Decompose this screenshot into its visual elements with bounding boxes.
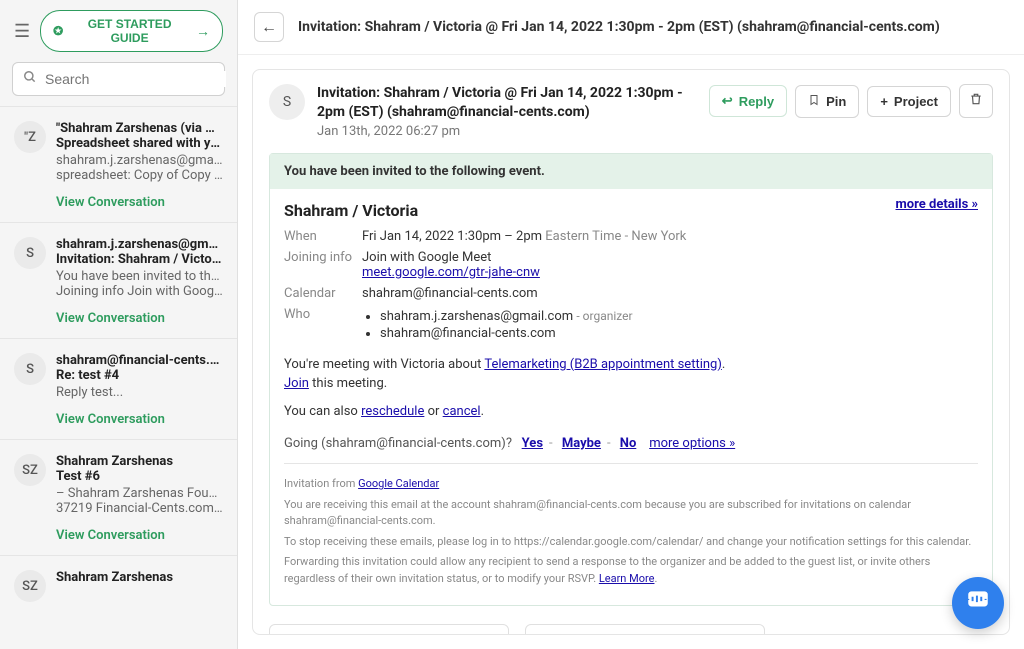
- pin-label: Pin: [826, 94, 846, 109]
- snippet: – Shahram Zarshenas Founder & CEO 770-56…: [56, 486, 223, 501]
- from: "Shahram Zarshenas (via Google Sheets)": [56, 121, 223, 136]
- calendar-invite: You have been invited to the following e…: [269, 153, 993, 607]
- compass-icon: ✪: [53, 24, 63, 38]
- join-value: Join with Google Meet: [362, 250, 978, 265]
- snippet: shahram.j.zarshenas@gmail.com shared a: [56, 153, 223, 168]
- attendee: shahram@financial-cents.com: [380, 326, 978, 341]
- search-container: [0, 62, 237, 106]
- snippet: You have been invited to the following e…: [56, 269, 223, 284]
- topic-link[interactable]: Telemarketing (B2B appointment setting): [484, 357, 722, 372]
- avatar: SZ: [14, 454, 46, 486]
- reply-icon: ↩: [722, 93, 733, 109]
- rsvp-maybe[interactable]: Maybe: [562, 436, 601, 451]
- event-title: Shahram / Victoria: [284, 201, 896, 220]
- from: shahram.j.zarshenas@gmail.com: [56, 237, 223, 252]
- project-label: Project: [894, 94, 938, 109]
- gcal-link[interactable]: Google Calendar: [358, 477, 439, 490]
- calendar-value: shahram@financial-cents.com: [362, 286, 978, 301]
- arrow-left-icon: ←: [261, 17, 277, 37]
- when-value: Fri Jan 14, 2022 1:30pm – 2pm: [362, 229, 542, 244]
- attendee: shahram.j.zarshenas@gmail.com - organize…: [380, 309, 978, 324]
- inbox-item[interactable]: S shahram@financial-cents.com Re: test #…: [0, 338, 237, 439]
- get-started-button[interactable]: ✪ GET STARTED GUIDE →: [40, 10, 223, 52]
- when-tz: Eastern Time - New York: [545, 229, 686, 244]
- from: Shahram Zarshenas: [56, 570, 223, 585]
- search-box[interactable]: [12, 62, 225, 96]
- who-label: Who: [284, 307, 362, 343]
- back-button[interactable]: ←: [254, 12, 284, 42]
- rsvp-no[interactable]: No: [620, 436, 637, 451]
- attachments: invite.ics 2.2 KB Download invite.ics: [269, 624, 993, 635]
- message-title: Invitation: Shahram / Victoria @ Fri Jan…: [317, 84, 697, 122]
- bookmark-icon: [808, 93, 820, 110]
- message-card: S Invitation: Shahram / Victoria @ Fri J…: [252, 69, 1010, 635]
- invite-banner: You have been invited to the following e…: [270, 154, 992, 189]
- joining-info-label: Joining info: [284, 250, 362, 280]
- sidebar: ☰ ✪ GET STARTED GUIDE → "Z "Shahram Zars…: [0, 0, 238, 649]
- view-conversation-link[interactable]: View Conversation: [56, 528, 165, 543]
- guide-label: GET STARTED GUIDE: [69, 17, 190, 45]
- when-label: When: [284, 229, 362, 244]
- view-conversation-link[interactable]: View Conversation: [56, 311, 165, 326]
- message-header: S Invitation: Shahram / Victoria @ Fri J…: [269, 84, 993, 139]
- inbox-item[interactable]: S shahram.j.zarshenas@gmail.com Invitati…: [0, 222, 237, 338]
- avatar: SZ: [14, 570, 46, 602]
- snippet: 37219 Financial-Cents.com · ...: [56, 501, 223, 516]
- trash-icon: [969, 92, 983, 110]
- from: Shahram Zarshenas: [56, 454, 223, 469]
- main-panel: ← Invitation: Shahram / Victoria @ Fri J…: [238, 0, 1024, 649]
- delete-button[interactable]: [959, 84, 993, 118]
- chat-icon: [965, 587, 991, 619]
- view-conversation-link[interactable]: View Conversation: [56, 412, 165, 427]
- view-conversation-link[interactable]: View Conversation: [56, 195, 165, 210]
- learn-more-link[interactable]: Learn More: [599, 572, 655, 585]
- footer-text: You are receiving this email at the acco…: [284, 497, 978, 530]
- more-details-link[interactable]: more details »: [896, 197, 978, 212]
- page-title: Invitation: Shahram / Victoria @ Fri Jan…: [298, 19, 1008, 35]
- avatar: S: [269, 84, 305, 120]
- message-date: Jan 13th, 2022 06:27 pm: [317, 124, 697, 139]
- search-input[interactable]: [45, 71, 226, 87]
- subject: Re: test #4: [56, 368, 223, 383]
- main-header: ← Invitation: Shahram / Victoria @ Fri J…: [238, 0, 1024, 55]
- project-button[interactable]: + Project: [867, 86, 951, 117]
- intercom-chat-button[interactable]: [952, 577, 1004, 629]
- snippet: spreadsheet: Copy of Copy of HubSpot…: [56, 168, 223, 183]
- from: shahram@financial-cents.com: [56, 353, 223, 368]
- snippet: Joining info Join with Google Meet: [56, 284, 223, 299]
- message-actions: ↩ Reply Pin + Project: [709, 84, 993, 118]
- reply-label: Reply: [739, 94, 774, 109]
- subject: Spreadsheet shared with you: "Copy of…: [56, 136, 223, 151]
- search-icon: [23, 70, 37, 88]
- invite-description: You're meeting with Victoria about Telem…: [284, 356, 978, 394]
- avatar: S: [14, 237, 46, 269]
- calendar-label: Calendar: [284, 286, 362, 301]
- rsvp-row: Going (shahram@financial-cents.com)? Yes…: [284, 436, 978, 451]
- pin-button[interactable]: Pin: [795, 85, 859, 118]
- attachment-card: invite.ics 2.2 KB Download: [269, 624, 509, 635]
- plus-icon: +: [880, 94, 888, 109]
- avatar: S: [14, 353, 46, 385]
- inbox-item[interactable]: SZ Shahram Zarshenas: [0, 555, 237, 614]
- cancel-link[interactable]: cancel: [443, 404, 481, 419]
- snippet: Reply test...: [56, 385, 223, 400]
- arrow-right-icon: →: [196, 23, 210, 39]
- rsvp-yes[interactable]: Yes: [522, 436, 543, 451]
- reschedule-link[interactable]: reschedule: [361, 404, 424, 419]
- meet-link[interactable]: meet.google.com/gtr-jahe-cnw: [362, 265, 540, 280]
- join-meeting-link[interactable]: Join: [284, 376, 309, 391]
- menu-icon[interactable]: ☰: [14, 21, 30, 42]
- sidebar-top-bar: ☰ ✪ GET STARTED GUIDE →: [0, 0, 237, 62]
- more-options-link[interactable]: more options »: [649, 436, 735, 451]
- footer-text: To stop receiving these emails, please l…: [284, 534, 978, 551]
- reply-button[interactable]: ↩ Reply: [709, 85, 787, 117]
- inbox-item[interactable]: SZ Shahram Zarshenas Test #6 – Shahram Z…: [0, 439, 237, 555]
- attachment-card: invite.ics 2.2 KB Download: [525, 624, 765, 635]
- inbox-item[interactable]: "Z "Shahram Zarshenas (via Google Sheets…: [0, 106, 237, 222]
- subject: Test #6: [56, 469, 223, 484]
- avatar: "Z: [14, 121, 46, 153]
- subject: Invitation: Shahram / Victoria @ Fri Jan…: [56, 252, 223, 267]
